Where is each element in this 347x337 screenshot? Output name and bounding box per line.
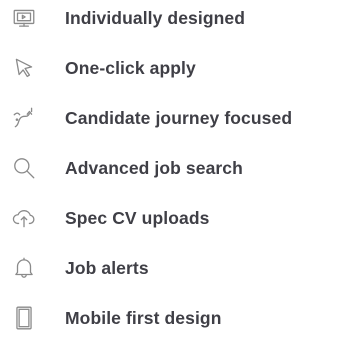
- cloud-upload-icon: [10, 204, 38, 232]
- feature-label: Candidate journey focused: [65, 107, 293, 128]
- feature-item: Candidate journey focused: [0, 100, 347, 136]
- feature-label: Spec CV uploads: [65, 207, 210, 228]
- feature-label: Individually designed: [65, 7, 246, 28]
- feature-item: Job alerts: [0, 250, 347, 286]
- mobile-icon: [10, 304, 38, 332]
- bell-icon: [10, 254, 38, 282]
- cursor-icon: [10, 54, 38, 82]
- monitor-icon: [10, 4, 38, 32]
- feature-label: Mobile first design: [65, 307, 222, 328]
- feature-item: Individually designed: [0, 0, 347, 36]
- feature-item: One-click apply: [0, 50, 347, 86]
- search-icon: [10, 154, 38, 182]
- feature-label: Advanced job search: [65, 157, 243, 178]
- journey-icon: [10, 104, 38, 132]
- feature-list: Individually designed One-click apply Ca…: [0, 0, 347, 337]
- feature-label: One-click apply: [65, 57, 196, 78]
- feature-item: Spec CV uploads: [0, 200, 347, 236]
- feature-item: Mobile first design: [0, 300, 347, 336]
- feature-item: Advanced job search: [0, 150, 347, 186]
- feature-label: Job alerts: [65, 257, 149, 278]
